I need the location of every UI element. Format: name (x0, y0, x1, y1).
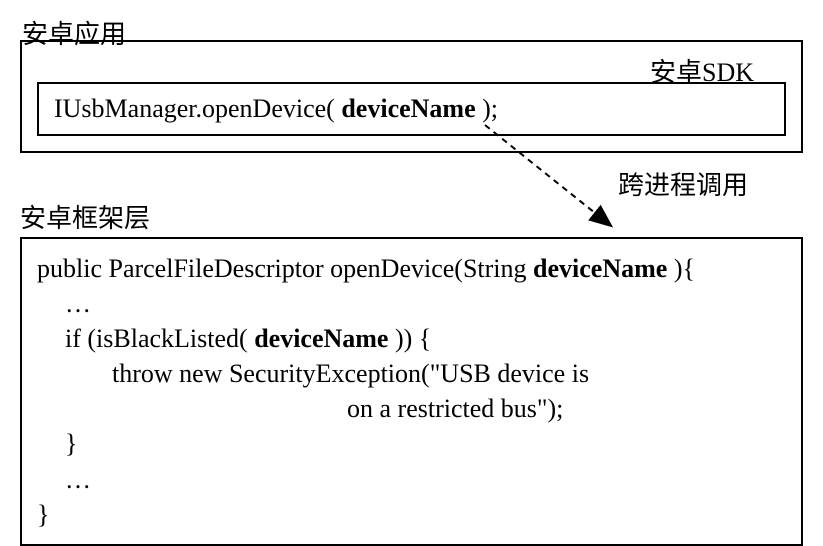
line1-param: deviceName (533, 254, 667, 283)
line3-suffix: )) { (388, 324, 431, 353)
sdk-code-suffix: ); (476, 94, 498, 123)
sdk-code-param: deviceName (341, 94, 475, 123)
line3-prefix: if (isBlackListed( (65, 324, 254, 353)
sdk-code-line: IUsbManager.openDevice( deviceName ); (54, 94, 769, 124)
android-app-label: 安卓应用 (22, 14, 126, 51)
framework-box: public ParcelFileDescriptor openDevice(S… (20, 237, 803, 546)
sdk-code-prefix: IUsbManager.openDevice( (54, 94, 341, 123)
line1-suffix: ){ (667, 254, 695, 283)
android-sdk-label: 安卓SDK (650, 52, 754, 89)
framework-code-line-4: throw new SecurityException("USB device … (37, 356, 786, 391)
framework-label: 安卓框架层 (20, 198, 803, 235)
framework-code-line-2: … (37, 286, 786, 321)
framework-code-line-3: if (isBlackListed( deviceName )) { (37, 321, 786, 356)
framework-code-line-1: public ParcelFileDescriptor openDevice(S… (37, 251, 786, 286)
line1-prefix: public ParcelFileDescriptor openDevice(S… (37, 254, 533, 283)
framework-code-line-7: … (37, 462, 786, 497)
ipc-label: 跨进程调用 (618, 165, 748, 202)
framework-code-line-6: } (37, 426, 786, 461)
android-app-box: 安卓应用 安卓SDK IUsbManager.openDevice( devic… (20, 40, 803, 153)
line3-param: deviceName (254, 324, 388, 353)
framework-code-line-8: } (37, 497, 786, 532)
android-sdk-box: 安卓SDK IUsbManager.openDevice( deviceName… (37, 82, 786, 136)
framework-code-line-5: on a restricted bus"); (37, 391, 786, 426)
